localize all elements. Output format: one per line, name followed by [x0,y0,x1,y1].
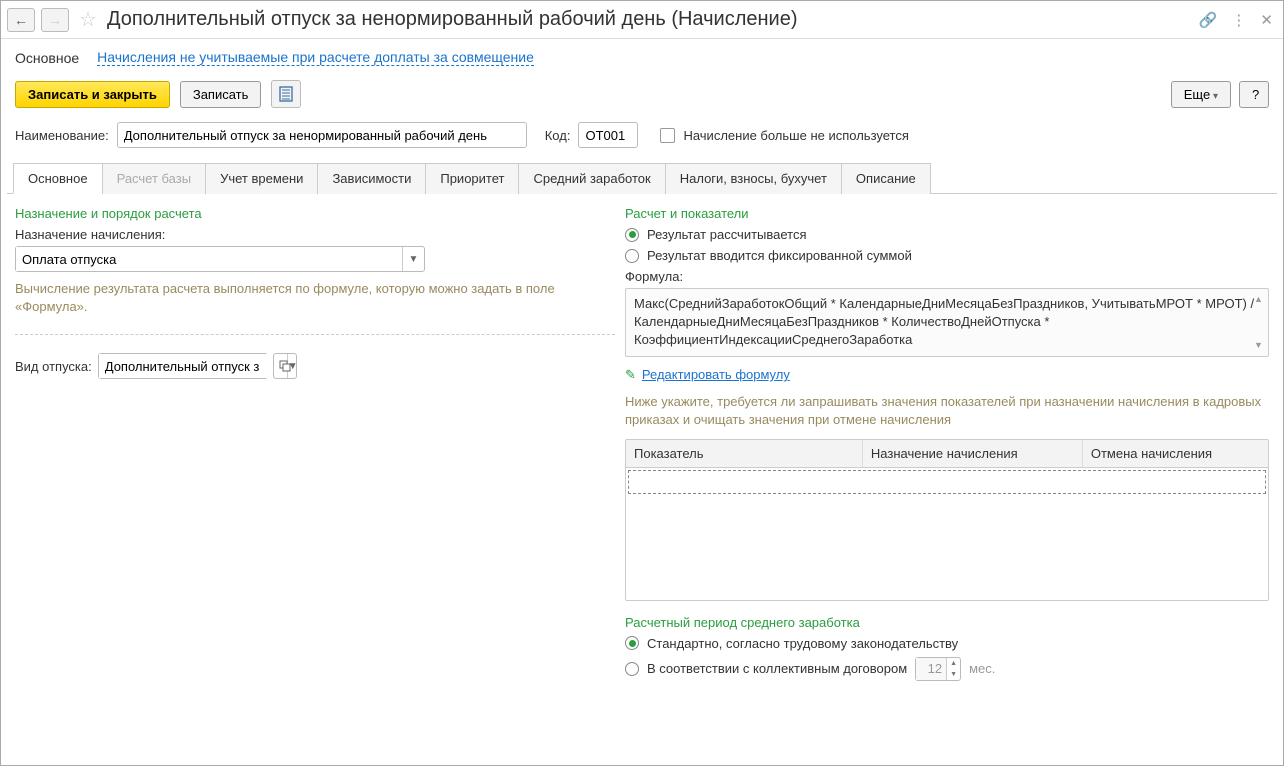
formula-label: Формула: [625,269,1269,284]
code-label: Код: [545,128,571,143]
separator [15,334,615,335]
vacation-type-input[interactable] [99,354,287,378]
assign-dropdown-icon[interactable]: ▼ [402,247,424,271]
months-unit-label: мес. [969,661,995,676]
radio-result-fixed[interactable] [625,249,639,263]
section-assignment: Назначение и порядок расчета [15,206,615,221]
th-assign[interactable]: Назначение начисления [863,440,1083,467]
radio-standard-label: Стандартно, согласно трудовому законодат… [647,636,958,651]
not-used-label: Начисление больше не используется [683,128,908,143]
help-button[interactable]: ? [1239,81,1269,108]
top-tab-main[interactable]: Основное [15,50,79,66]
kebab-menu-icon[interactable]: ⋮ [1231,11,1246,29]
pencil-icon: ✎ [625,367,636,383]
tab-main[interactable]: Основное [13,163,103,194]
assign-select-input[interactable] [16,247,402,271]
assign-label: Назначение начисления: [15,227,615,242]
name-input[interactable] [117,122,527,148]
tab-tax[interactable]: Налоги, взносы, бухучет [665,163,842,194]
section-period: Расчетный период среднего заработка [625,615,1269,630]
radio-collective-label: В соответствии с коллективным договором [647,661,907,676]
section-calc: Расчет и показатели [625,206,1269,221]
assign-select[interactable]: ▼ [15,246,425,272]
report-icon-button[interactable] [271,80,301,108]
nav-back-button[interactable]: ← [7,8,35,32]
th-indicator[interactable]: Показатель [626,440,863,467]
close-icon[interactable]: ✕ [1260,11,1273,29]
vacation-type-select[interactable]: ▼ [98,353,268,379]
indicators-hint: Ниже укажите, требуется ли запрашивать з… [625,393,1269,429]
link-icon[interactable]: 🔗 [1199,11,1218,29]
tab-base[interactable]: Расчет базы [102,163,207,194]
radio-standard-period[interactable] [625,636,639,650]
window-title: Дополнительный отпуск за ненормированный… [107,8,798,31]
favorite-star-icon[interactable]: ☆ [79,7,97,32]
radio-result-fixed-label: Результат вводится фиксированной суммой [647,248,912,263]
code-input[interactable] [578,122,638,148]
tab-time[interactable]: Учет времени [205,163,318,194]
formula-text: Макс(СреднийЗаработокОбщий * Календарные… [634,296,1254,347]
tab-deps[interactable]: Зависимости [317,163,426,194]
top-tab-link[interactable]: Начисления не учитываемые при расчете до… [97,49,534,66]
edit-formula-link[interactable]: Редактировать формулу [642,367,790,382]
radio-result-calc[interactable] [625,228,639,242]
save-button[interactable]: Записать [180,81,262,108]
vacation-open-button[interactable] [273,353,297,379]
vacation-type-label: Вид отпуска: [15,359,92,374]
spin-up-icon[interactable]: ▲ [947,658,960,669]
formula-hint: Вычисление результата расчета выполняетс… [15,280,615,316]
formula-textarea[interactable]: Макс(СреднийЗаработокОбщий * Календарные… [625,288,1269,357]
spin-down-icon[interactable]: ▼ [947,669,960,680]
formula-scrollbar[interactable]: ▲▼ [1254,293,1264,352]
more-button[interactable]: Еще [1171,81,1231,108]
tab-priority[interactable]: Приоритет [425,163,519,194]
name-label: Наименование: [15,128,109,143]
tab-avg[interactable]: Средний заработок [518,163,665,194]
months-input [916,658,946,680]
months-spinner[interactable]: ▲▼ [915,657,961,681]
save-close-button[interactable]: Записать и закрыть [15,81,170,108]
th-cancel[interactable]: Отмена начисления [1083,440,1268,467]
nav-forward-button[interactable]: → [41,8,69,32]
indicators-table: Показатель Назначение начисления Отмена … [625,439,1269,601]
tab-desc[interactable]: Описание [841,163,931,194]
radio-result-calc-label: Результат рассчитывается [647,227,807,242]
not-used-checkbox[interactable] [660,128,675,143]
table-row[interactable] [628,470,1266,494]
radio-collective[interactable] [625,662,639,676]
